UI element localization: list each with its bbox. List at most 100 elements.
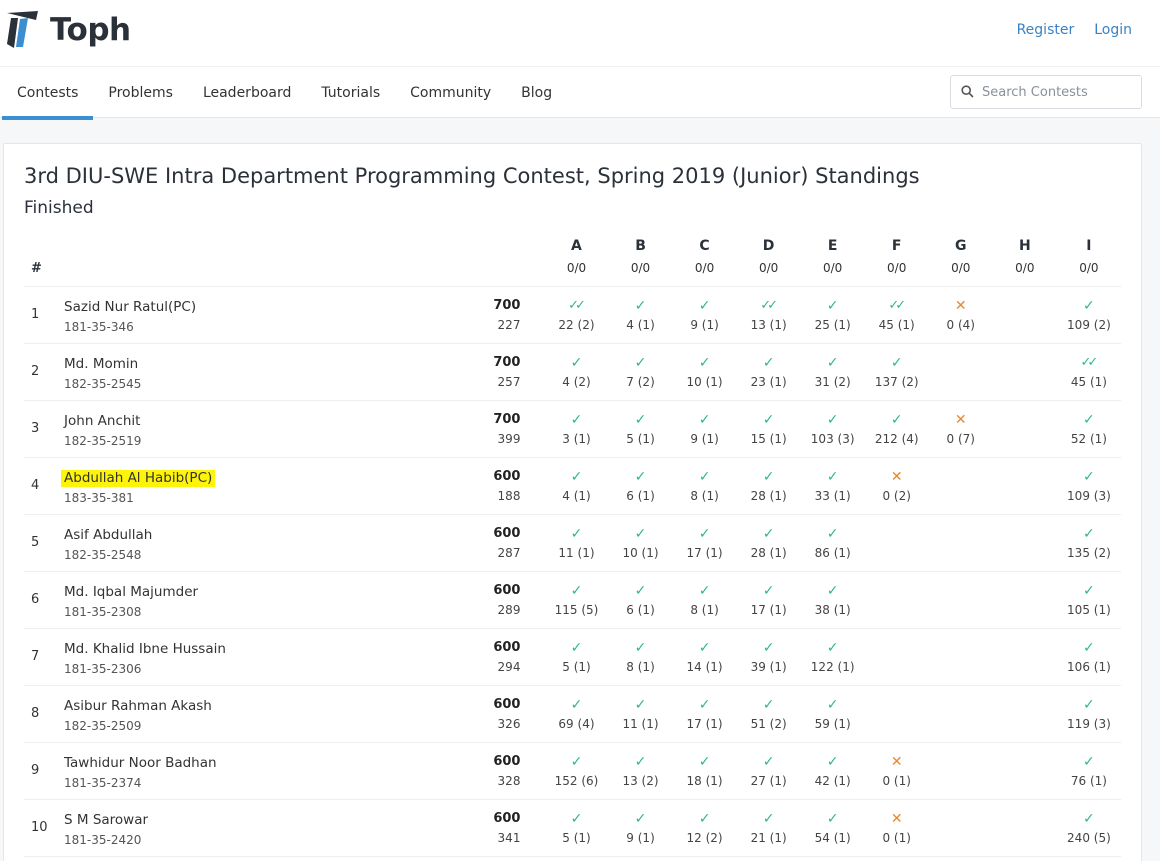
attempt-time: 0 (4) [946, 317, 975, 332]
accepted-check-icon: ✓ [698, 468, 711, 485]
accepted-check-icon: ✓ [826, 582, 839, 599]
problem-cell: ✓ 8 (1) [609, 628, 673, 685]
score-cell: 600 287 [434, 514, 544, 571]
problem-cell: ✓ 6 (1) [609, 571, 673, 628]
score-cell: 700 399 [434, 400, 544, 457]
contestant-cell: Asibur Rahman Akash 182-35-2509 [54, 685, 434, 742]
problem-solve-count: 0/0 [694, 261, 715, 275]
problem-header-h[interactable]: H 0/0 [992, 230, 1057, 287]
contestant-cell: S M Sarowar 181-35-2420 [54, 799, 434, 856]
nav-tab-tutorials[interactable]: Tutorials [306, 67, 395, 119]
problem-letter[interactable]: G [929, 238, 993, 254]
problem-letter[interactable]: A [544, 238, 608, 254]
nav-tab-problems[interactable]: Problems [93, 67, 188, 119]
nav-tab-leaderboard[interactable]: Leaderboard [188, 67, 306, 119]
problem-solve-count: 0/0 [630, 261, 651, 275]
problem-cell [865, 628, 929, 685]
problem-cell [993, 628, 1057, 685]
contestant-name[interactable]: Tawhidur Noor Badhan [64, 755, 217, 772]
accepted-check-icon: ✓ [698, 810, 711, 827]
contestant-name[interactable]: Asibur Rahman Akash [64, 698, 212, 715]
rejected-cross-icon: ✕ [890, 468, 903, 485]
accepted-check-icon: ✓ [570, 411, 583, 428]
attempt-time: 240 (5) [1067, 830, 1111, 845]
attempt-time: 25 (1) [814, 317, 851, 332]
accepted-check-icon: ✓ [826, 639, 839, 656]
problem-header-a[interactable]: A 0/0 [544, 230, 609, 287]
accepted-check-icon: ✓ [762, 525, 775, 542]
problem-letter[interactable]: E [801, 238, 865, 254]
problem-cell: ✓ 21 (1) [737, 799, 801, 856]
problem-letter[interactable]: F [865, 238, 929, 254]
attempt-time: 109 (2) [1067, 317, 1111, 332]
attempt-time: 8 (1) [690, 488, 719, 503]
contestant-name[interactable]: Md. Momin [64, 356, 138, 373]
rank-cell: 7 [31, 649, 40, 664]
contestant-name[interactable]: John Anchit [64, 413, 140, 430]
accepted-check-icon: ✓ [762, 696, 775, 713]
nav-tab-contests[interactable]: Contests [2, 67, 94, 120]
accepted-check-icon: ✓ [698, 525, 711, 542]
contestant-name[interactable]: Md. Iqbal Majumder [64, 584, 198, 601]
contestant-name[interactable]: Md. Khalid Ibne Hussain [64, 641, 226, 658]
attempt-time: 52 (1) [1070, 431, 1107, 446]
accepted-check-icon: ✓ [826, 468, 839, 485]
problem-header-e[interactable]: E 0/0 [800, 230, 865, 287]
attempt-time: 11 (1) [558, 545, 595, 560]
problem-header-i[interactable]: I 0/0 [1056, 230, 1121, 287]
problem-cell: ✓ 152 (6) [544, 742, 608, 799]
problem-header-c[interactable]: C 0/0 [672, 230, 737, 287]
attempt-time: 31 (2) [814, 374, 851, 389]
problem-cell: ✓ 51 (2) [737, 685, 801, 742]
contestant-cell: Md. Khalid Ibne Hussain 181-35-2306 [54, 628, 434, 685]
attempt-time: 17 (1) [686, 545, 723, 560]
rank-header: # [24, 230, 55, 287]
attempt-time: 115 (5) [554, 602, 599, 617]
accepted-check-icon: ✓ [826, 696, 839, 713]
attempt-time: 12 (2) [686, 830, 723, 845]
problem-cell: ✓ 25 (1) [801, 286, 865, 343]
contestant-name[interactable]: Abdullah Al Habib(PC) [61, 469, 216, 487]
nav-tab-community[interactable]: Community [395, 67, 506, 119]
attempt-time: 8 (1) [626, 659, 655, 674]
problem-cell: ✓ 240 (5) [1057, 799, 1121, 856]
problem-letter[interactable]: B [609, 238, 673, 254]
problem-cell: ✓ 10 (1) [609, 514, 673, 571]
problem-cell: ✕ 0 (7) [929, 400, 993, 457]
page-title: 3rd DIU-SWE Intra Department Programming… [24, 164, 920, 188]
problem-cell [993, 514, 1057, 571]
problem-cell: ✓ 13 (2) [609, 742, 673, 799]
accepted-check-icon: ✓ [634, 639, 647, 656]
nav-tab-blog[interactable]: Blog [506, 67, 567, 119]
search-box[interactable] [950, 75, 1142, 109]
accepted-check-icon: ✓ [634, 411, 647, 428]
problem-cell: ✓ 28 (1) [737, 457, 801, 514]
accepted-check-icon: ✓ [1083, 753, 1095, 770]
problem-letter[interactable]: I [1057, 238, 1121, 254]
problem-header-d[interactable]: D 0/0 [736, 230, 801, 287]
problem-letter[interactable]: H [993, 238, 1057, 254]
problem-header-b[interactable]: B 0/0 [608, 230, 673, 287]
accepted-check-icon: ✓ [570, 810, 583, 827]
attempt-time: 5 (1) [562, 659, 591, 674]
problem-cell [929, 571, 993, 628]
contestant-name[interactable]: Sazid Nur Ratul(PC) [64, 299, 196, 316]
accepted-check-icon: ✓ [890, 411, 903, 428]
problem-cell: ✓ 27 (1) [737, 742, 801, 799]
contestant-name[interactable]: S M Sarowar [64, 812, 148, 829]
brand-logo[interactable]: Toph [4, 10, 131, 50]
login-link[interactable]: Login [1094, 22, 1132, 38]
problem-cell: ✓ 3 (1) [544, 400, 608, 457]
problem-letter[interactable]: C [673, 238, 737, 254]
problem-header-f[interactable]: F 0/0 [864, 230, 929, 287]
rank-cell: 4 [31, 478, 40, 493]
score-cell: 600 341 [434, 799, 544, 856]
search-input[interactable] [982, 84, 1132, 100]
problem-letter[interactable]: D [737, 238, 801, 254]
contestant-name[interactable]: Asif Abdullah [64, 527, 152, 544]
problem-cell [993, 799, 1057, 856]
accepted-check-icon: ✓ [826, 810, 839, 827]
problem-header-g[interactable]: G 0/0 [928, 230, 993, 287]
accepted-check-icon: ✓ [762, 810, 775, 827]
register-link[interactable]: Register [1017, 22, 1075, 38]
